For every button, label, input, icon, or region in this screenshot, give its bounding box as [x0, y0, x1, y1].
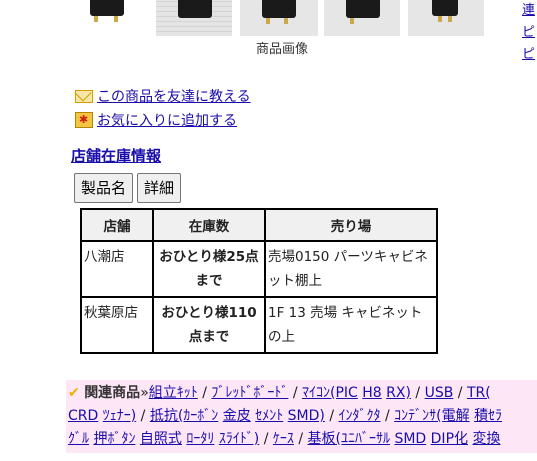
related-link[interactable]: ﾌﾞﾚｯﾄﾞﾎﾞｰﾄﾞ — [211, 385, 288, 401]
related-link[interactable]: SMD) — [288, 408, 325, 424]
related-link[interactable]: RX) — [386, 385, 411, 401]
product-thumbnail[interactable] — [408, 0, 484, 36]
product-thumbnail[interactable] — [324, 0, 400, 36]
related-link[interactable]: ｸﾞﾙ — [68, 431, 89, 447]
related-link[interactable]: CRD — [68, 408, 98, 424]
location-cell: 1F 13 売場 キャビネットの上 — [264, 296, 438, 354]
related-link[interactable]: ﾛｰﾀﾘ — [186, 431, 214, 447]
related-link[interactable]: SMD — [394, 431, 426, 447]
related-link[interactable]: 自照式 — [140, 431, 182, 447]
related-link[interactable]: ﾏｲｺﾝ(PIC — [302, 385, 358, 401]
add-favorite-link[interactable]: お気に入りに追加する — [97, 110, 237, 130]
related-link[interactable]: ｽﾗｲﾄﾞ) — [219, 431, 259, 447]
store-cell: 秋葉原店 — [80, 296, 154, 354]
side-link[interactable]: 連 — [522, 0, 537, 22]
quantity-cell: おひとり様25点まで — [152, 240, 266, 298]
related-link[interactable]: TR( — [467, 385, 491, 401]
related-link[interactable]: 抵抗(ｶｰﾎﾞﾝ — [150, 408, 218, 424]
add-favorite-action: ✱ お気に入りに追加する — [75, 110, 237, 130]
product-image-gallery — [0, 0, 537, 36]
column-header-store: 店舗 — [80, 208, 154, 242]
quantity-cell: おひとり様110点まで — [152, 296, 266, 354]
checkmark-icon: ✔ — [68, 385, 80, 401]
details-button[interactable]: 詳細 — [137, 173, 182, 203]
stock-table: 店舗 在庫数 売り場 八潮店 おひとり様25点まで 売場0150 パーツキャビネ… — [80, 208, 438, 354]
related-link[interactable]: 積ｾﾗ — [474, 408, 502, 424]
side-links: 連 ピ ピ — [522, 0, 537, 66]
related-link[interactable]: ｺﾝﾃﾞﾝｻ(電解 — [394, 408, 469, 424]
store-cell: 八潮店 — [80, 240, 154, 298]
related-label: 関連商品 — [84, 385, 141, 401]
column-header-quantity: 在庫数 — [152, 208, 266, 242]
stock-view-buttons: 製品名 詳細 — [74, 173, 182, 203]
tell-friend-action: この商品を友達に教える — [75, 86, 251, 106]
stock-info-heading[interactable]: 店舗在庫情報 — [71, 145, 161, 166]
related-link[interactable]: DIP化 — [431, 431, 468, 447]
table-header-row: 店舗 在庫数 売り場 — [80, 208, 438, 242]
related-link[interactable]: 金皮 — [223, 408, 251, 424]
product-thumbnail[interactable] — [240, 0, 318, 36]
favorite-folder-icon: ✱ — [75, 112, 93, 128]
tell-friend-link[interactable]: この商品を友達に教える — [97, 86, 251, 106]
product-thumbnail[interactable] — [76, 0, 148, 36]
related-products: ✔ 関連商品»組立ｷｯﾄ / ﾌﾞﾚｯﾄﾞﾎﾞｰﾄﾞ / ﾏｲｺﾝ(PIC H8… — [66, 380, 537, 453]
location-cell: 売場0150 パーツキャビネット棚上 — [264, 240, 438, 298]
related-link[interactable]: 組立ｷｯﾄ — [149, 385, 198, 401]
product-name-button[interactable]: 製品名 — [74, 173, 134, 203]
related-link[interactable]: H8 — [362, 385, 381, 401]
related-link[interactable]: USB — [425, 385, 454, 401]
related-link[interactable]: 基板(ﾕﾆﾊﾞｰｻﾙ — [308, 431, 390, 447]
mail-icon — [75, 89, 93, 103]
product-thumbnail[interactable] — [156, 0, 232, 36]
gallery-caption: 商品画像 — [256, 42, 309, 57]
side-link[interactable]: ピ — [522, 22, 537, 44]
related-link[interactable]: ｾﾒﾝﾄ — [255, 408, 283, 424]
table-row: 秋葉原店 おひとり様110点まで 1F 13 売場 キャビネットの上 — [80, 296, 438, 354]
related-link[interactable]: ｹｰｽ — [273, 431, 294, 447]
related-link[interactable]: 押ﾎﾞﾀﾝ — [93, 431, 135, 447]
related-link[interactable]: ｲﾝﾀﾞｸﾀ — [339, 408, 381, 424]
table-row: 八潮店 おひとり様25点まで 売場0150 パーツキャビネット棚上 — [80, 240, 438, 298]
column-header-location: 売り場 — [264, 208, 438, 242]
related-link[interactable]: ﾂｪﾅｰ) — [103, 408, 136, 424]
side-link[interactable]: ピ — [522, 44, 537, 66]
related-link[interactable]: 変換 — [472, 431, 500, 447]
